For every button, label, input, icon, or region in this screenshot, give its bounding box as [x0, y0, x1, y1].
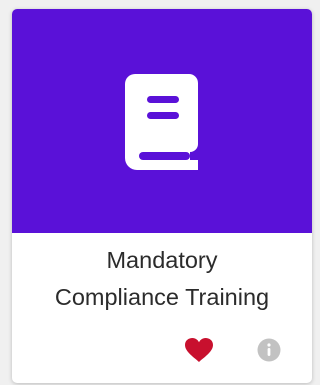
heart-icon — [185, 338, 213, 362]
course-card-banner[interactable] — [12, 9, 312, 233]
favorite-button[interactable] — [184, 337, 214, 363]
course-title-line-1: Mandatory — [106, 247, 218, 273]
course-title-line-2: Compliance Training — [54, 284, 270, 310]
info-button[interactable] — [257, 338, 281, 362]
course-card[interactable]: Mandatory Compliance Training — [12, 9, 312, 383]
book-icon — [125, 74, 198, 170]
course-title[interactable]: Mandatory Compliance Training — [12, 242, 312, 316]
info-icon — [257, 338, 281, 362]
